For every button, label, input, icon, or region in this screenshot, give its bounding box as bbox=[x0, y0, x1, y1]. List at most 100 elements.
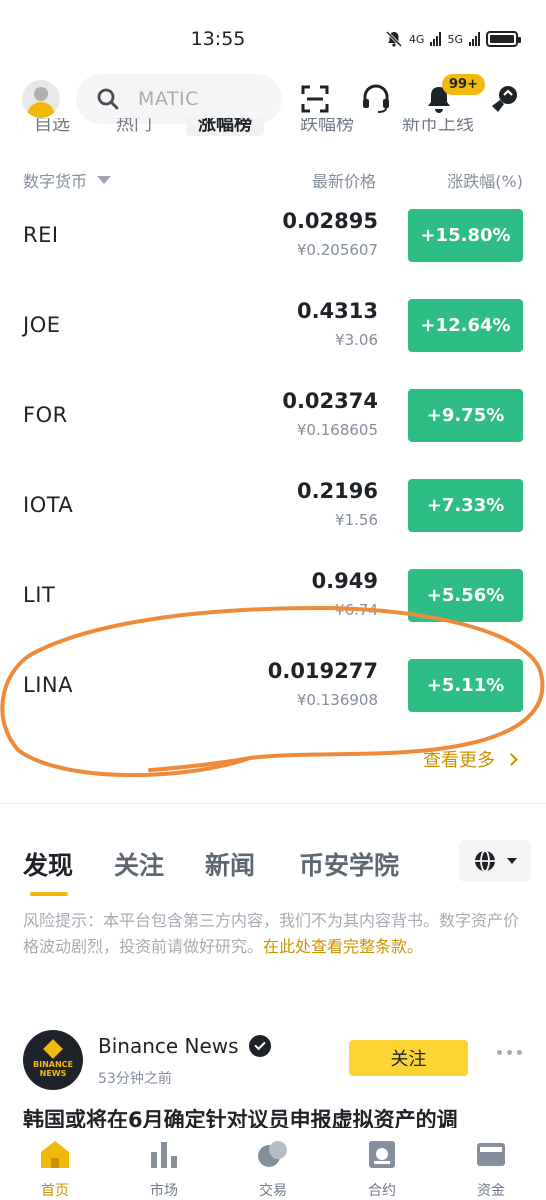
nav-futures[interactable]: 合约 bbox=[342, 1138, 422, 1200]
market-tabs: 自选 热门 涨幅榜 跌幅榜 新币上线 bbox=[0, 118, 546, 148]
nav-trade[interactable]: 交易 bbox=[233, 1138, 313, 1200]
view-more-link[interactable]: 查看更多 bbox=[423, 746, 518, 772]
verified-badge-icon bbox=[248, 1035, 271, 1057]
fiat-price: ¥1.56 bbox=[335, 511, 378, 529]
change-badge[interactable]: +12.64% bbox=[408, 299, 523, 352]
battery-icon bbox=[486, 31, 521, 47]
tab-favorites[interactable]: 自选 bbox=[34, 118, 70, 136]
chevron-right-icon bbox=[505, 752, 518, 766]
price-column-header[interactable]: 最新价格 bbox=[312, 168, 376, 192]
discover-tabs: 发现 关注 新闻 币安学院 bbox=[0, 840, 546, 896]
network-4g-label: 4G bbox=[408, 32, 425, 46]
bottom-nav: 首页 市场 交易 合约 资金 bbox=[0, 1128, 546, 1200]
risk-disclaimer: 风险提示：本平台包含第三方内容，我们不为其内容背书。数字资产价格波动剧烈，投资前… bbox=[23, 908, 523, 960]
status-bar: 13:55 4G 5G bbox=[0, 0, 546, 80]
coin-symbol: IOTA bbox=[23, 493, 74, 517]
more-options-icon[interactable] bbox=[497, 1050, 522, 1055]
coin-column-label: 数字货币 bbox=[23, 172, 88, 191]
nav-label: 市场 bbox=[150, 1183, 178, 1199]
last-price: 0.019277 bbox=[267, 659, 378, 683]
binance-diamond-icon bbox=[43, 1039, 63, 1059]
coin-symbol: LIT bbox=[23, 583, 56, 607]
tab-following[interactable]: 关注 bbox=[114, 846, 164, 882]
logo-text-line2: NEWS bbox=[39, 1069, 67, 1078]
change-badge[interactable]: +15.80% bbox=[408, 209, 523, 262]
fiat-price: ¥6.74 bbox=[335, 601, 378, 619]
nav-home[interactable]: 首页 bbox=[15, 1138, 95, 1200]
globe-icon bbox=[475, 850, 495, 872]
fiat-price: ¥0.168605 bbox=[296, 421, 378, 439]
coin-symbol: LINA bbox=[23, 673, 73, 697]
last-price: 0.949 bbox=[311, 569, 378, 593]
support-headset-icon[interactable] bbox=[359, 82, 393, 116]
change-column-header[interactable]: 涨跌幅(%) bbox=[447, 168, 523, 192]
coin-column-header[interactable]: 数字货币 bbox=[23, 168, 112, 192]
table-row[interactable]: JOE 0.4313 ¥3.06 +12.64% bbox=[0, 285, 546, 375]
avatar[interactable] bbox=[22, 80, 60, 118]
last-price: 0.4313 bbox=[296, 299, 378, 323]
tab-news[interactable]: 新闻 bbox=[205, 846, 255, 882]
language-button[interactable] bbox=[459, 840, 531, 882]
author-name: Binance News bbox=[98, 1034, 239, 1058]
scan-icon[interactable] bbox=[298, 82, 332, 116]
binance-news-logo[interactable]: BINANCE NEWS bbox=[23, 1030, 83, 1090]
coin-symbol: REI bbox=[23, 223, 59, 247]
change-badge[interactable]: +5.56% bbox=[408, 569, 523, 622]
coin-symbol: JOE bbox=[23, 313, 61, 337]
futures-icon bbox=[369, 1141, 395, 1168]
fiat-price: ¥0.136908 bbox=[296, 691, 378, 709]
signal-icon bbox=[469, 32, 480, 46]
section-divider bbox=[0, 803, 546, 804]
trade-icon bbox=[258, 1141, 287, 1167]
tab-discover[interactable]: 发现 bbox=[23, 846, 73, 882]
tab-gainers[interactable]: 涨幅榜 bbox=[186, 118, 264, 136]
last-price: 0.02895 bbox=[282, 209, 378, 233]
table-row[interactable]: REI 0.02895 ¥0.205607 +15.80% bbox=[0, 195, 546, 285]
search-input[interactable]: MATIC bbox=[76, 74, 282, 124]
search-placeholder: MATIC bbox=[138, 88, 199, 110]
fiat-price: ¥3.06 bbox=[335, 331, 378, 349]
status-icons: 4G 5G bbox=[385, 30, 521, 48]
network-5g-label: 5G bbox=[447, 32, 463, 46]
table-row[interactable]: LINA 0.019277 ¥0.136908 +5.11% bbox=[0, 645, 546, 735]
active-tab-indicator bbox=[30, 892, 68, 896]
nav-wallet[interactable]: 资金 bbox=[451, 1138, 531, 1200]
table-row[interactable]: IOTA 0.2196 ¥1.56 +7.33% bbox=[0, 465, 546, 555]
mute-bell-icon bbox=[385, 30, 402, 48]
change-badge[interactable]: +5.11% bbox=[408, 659, 523, 712]
table-row[interactable]: FOR 0.02374 ¥0.168605 +9.75% bbox=[0, 375, 546, 465]
coin-symbol: FOR bbox=[23, 403, 68, 427]
promotion-icon[interactable] bbox=[488, 82, 522, 116]
last-price: 0.2196 bbox=[296, 479, 378, 503]
search-icon bbox=[97, 88, 119, 110]
signal-icon bbox=[430, 32, 442, 46]
caret-down-icon bbox=[97, 176, 112, 184]
caret-down-icon bbox=[507, 858, 517, 864]
logo-text-line1: BINANCE bbox=[33, 1060, 73, 1069]
nav-label: 合约 bbox=[368, 1183, 396, 1199]
fiat-price: ¥0.205607 bbox=[296, 241, 378, 259]
table-row[interactable]: LIT 0.949 ¥6.74 +5.56% bbox=[0, 555, 546, 645]
terms-link[interactable]: 在此处查看完整条款。 bbox=[263, 937, 423, 956]
view-more-label: 查看更多 bbox=[423, 750, 495, 771]
wallet-icon bbox=[477, 1143, 505, 1166]
post-time: 53分钟之前 bbox=[98, 1071, 172, 1087]
post-headline[interactable]: 韩国或将在6月确定针对议员申报虚拟资产的调 bbox=[23, 1104, 533, 1128]
market-icon bbox=[151, 1142, 177, 1168]
change-badge[interactable]: +7.33% bbox=[408, 479, 523, 532]
notification-badge: 99+ bbox=[442, 74, 485, 95]
nav-label: 交易 bbox=[259, 1183, 287, 1199]
home-icon bbox=[41, 1141, 69, 1168]
column-header: 数字货币 最新价格 涨跌幅(%) bbox=[0, 168, 546, 192]
tab-hot[interactable]: 热门 bbox=[116, 118, 152, 136]
nav-market[interactable]: 市场 bbox=[124, 1138, 204, 1200]
follow-button[interactable]: 关注 bbox=[349, 1040, 468, 1076]
change-badge[interactable]: +9.75% bbox=[408, 389, 523, 442]
nav-label: 资金 bbox=[477, 1183, 505, 1199]
tab-new-listings[interactable]: 新币上线 bbox=[402, 118, 474, 136]
post-author[interactable]: Binance News bbox=[98, 1034, 271, 1058]
tab-academy[interactable]: 币安学院 bbox=[299, 846, 399, 882]
tab-losers[interactable]: 跌幅榜 bbox=[300, 118, 354, 136]
feed-post: BINANCE NEWS Binance News 53分钟之前 关注 韩国或将… bbox=[0, 1026, 546, 1128]
nav-label: 首页 bbox=[41, 1183, 69, 1199]
